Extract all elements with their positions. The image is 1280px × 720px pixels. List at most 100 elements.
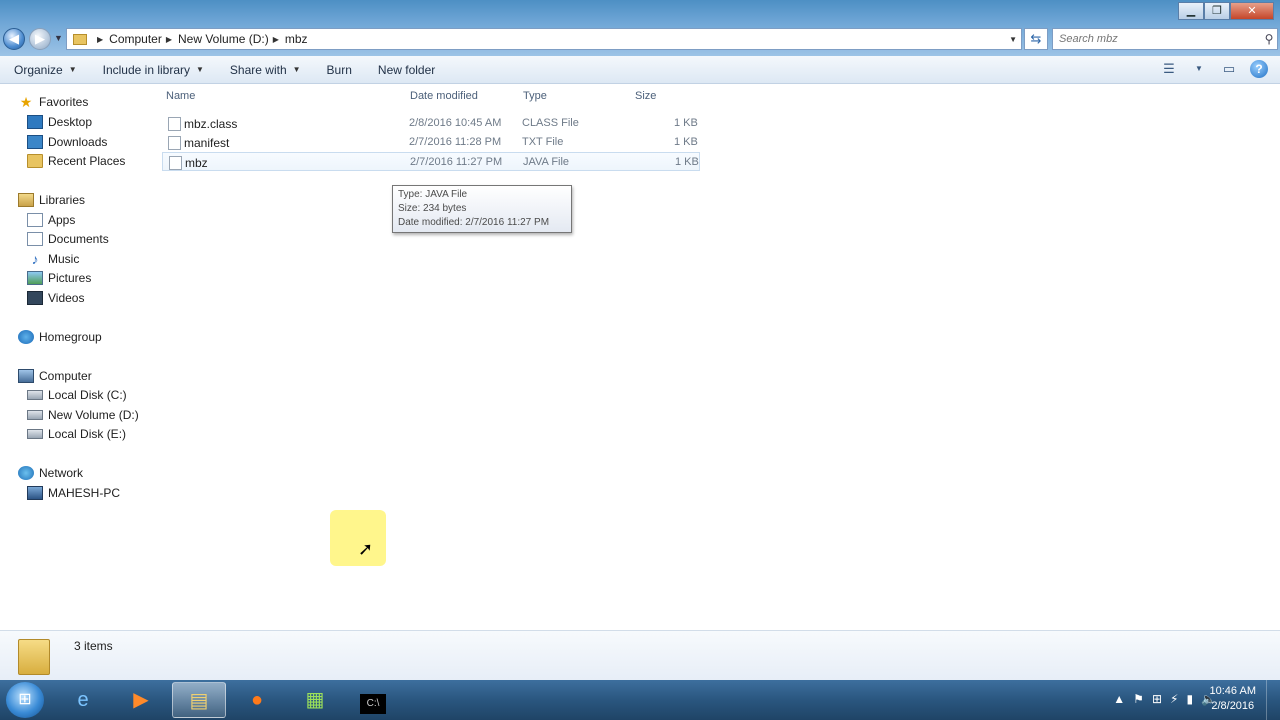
app-button[interactable]: ▦ — [288, 682, 342, 718]
file-icon — [168, 136, 181, 150]
nav-videos[interactable]: Videos — [27, 291, 84, 305]
organize-label: Organize — [14, 62, 63, 77]
breadcrumb-mbz[interactable]: mbz — [285, 32, 308, 46]
chevron-right-icon[interactable]: ▶ — [166, 35, 172, 44]
refresh-button[interactable]: ⇆ — [1024, 28, 1048, 50]
nav-apps[interactable]: Apps — [27, 213, 75, 227]
organize-menu[interactable]: Organize ▼ — [14, 63, 77, 77]
nav-favorites[interactable]: ★ Favorites — [18, 94, 89, 110]
star-icon: ★ — [19, 94, 33, 110]
back-arrow-icon: ◀ — [9, 31, 19, 46]
file-size: 1 KB — [675, 156, 699, 168]
file-row[interactable]: mbz.class 2/8/2016 10:45 AM CLASS File 1… — [162, 114, 700, 133]
hard-drive-icon — [27, 429, 43, 439]
file-tooltip: Type: JAVA File Size: 234 bytes Date mod… — [392, 185, 572, 233]
new-folder-label: New folder — [377, 62, 436, 77]
share-with-menu[interactable]: Share with ▼ — [230, 63, 301, 77]
explorer-button[interactable]: ▤ — [172, 682, 226, 718]
power-icon[interactable]: ⚡ — [1170, 692, 1178, 706]
chevron-down-icon[interactable]: ▼ — [1190, 60, 1208, 78]
nav-label: Recent Places — [48, 154, 126, 168]
file-type: JAVA File — [523, 156, 570, 168]
maximize-button[interactable]: ❐ — [1204, 2, 1230, 20]
column-header-date[interactable]: Date modified — [410, 90, 478, 102]
file-row[interactable]: manifest 2/7/2016 11:28 PM TXT File 1 KB — [162, 133, 700, 152]
search-box[interactable]: ⚲ — [1052, 28, 1278, 50]
nav-pictures[interactable]: Pictures — [27, 271, 91, 285]
nav-network[interactable]: Network — [18, 466, 83, 480]
chevron-right-icon[interactable]: ▶ — [273, 35, 279, 44]
nav-homegroup[interactable]: Homegroup — [18, 330, 102, 344]
help-icon[interactable]: ? — [1250, 60, 1268, 78]
windows-icon[interactable]: ⊞ — [1152, 692, 1162, 706]
minimize-button[interactable]: ▁ — [1178, 2, 1204, 20]
nav-label: Favorites — [39, 95, 89, 109]
view-options-icon[interactable]: ☰ — [1160, 60, 1178, 78]
recent-places-icon — [27, 154, 43, 168]
show-desktop-button[interactable] — [1266, 680, 1280, 720]
forward-button[interactable]: ▶ — [29, 28, 51, 50]
include-in-library-menu[interactable]: Include in library ▼ — [103, 63, 204, 77]
file-row[interactable]: mbz 2/7/2016 11:27 PM JAVA File 1 KB — [162, 152, 700, 171]
column-header-name[interactable]: Name — [166, 90, 195, 102]
nav-documents[interactable]: Documents — [27, 232, 109, 246]
nav-computer[interactable]: Computer — [18, 369, 92, 383]
network-signal-icon[interactable]: ▮ — [1186, 692, 1193, 706]
folder-icon — [18, 639, 50, 675]
network-icon — [18, 466, 34, 480]
preview-pane-icon[interactable]: ▭ — [1220, 60, 1238, 78]
file-type: CLASS File — [522, 117, 579, 129]
tooltip-type: Type: JAVA File — [398, 189, 468, 200]
address-bar[interactable]: ▶ Computer ▶ New Volume (D:) ▶ mbz ▼ — [66, 28, 1022, 50]
nav-music[interactable]: ♪ Music — [27, 251, 80, 267]
breadcrumb-computer[interactable]: Computer — [109, 32, 162, 46]
nav-downloads[interactable]: Downloads — [27, 135, 107, 149]
nav-new-volume-d[interactable]: New Volume (D:) — [27, 408, 139, 422]
burn-button[interactable]: Burn — [327, 63, 352, 77]
start-button[interactable]: ⊞ — [6, 682, 44, 718]
action-center-flag-icon[interactable]: ⚑ — [1133, 692, 1144, 706]
file-date: 2/7/2016 11:28 PM — [409, 136, 502, 148]
column-header-type[interactable]: Type — [523, 90, 547, 102]
nav-local-disk-e[interactable]: Local Disk (E:) — [27, 427, 126, 441]
app-icon: ▦ — [305, 689, 325, 711]
nav-label: Homegroup — [39, 330, 102, 344]
media-player-icon: ▶ — [133, 689, 149, 711]
music-icon: ♪ — [31, 251, 39, 267]
nav-libraries[interactable]: Libraries — [18, 193, 85, 207]
media-player-button[interactable]: ▶ — [114, 682, 168, 718]
column-header-size[interactable]: Size — [635, 90, 656, 102]
internet-explorer-button[interactable]: e — [56, 682, 110, 718]
clock-date: 2/8/2016 — [1211, 700, 1255, 712]
chevron-down-icon: ▼ — [196, 65, 204, 74]
show-hidden-icons-icon[interactable]: ▲ — [1113, 692, 1125, 706]
new-folder-button[interactable]: New folder — [378, 63, 435, 77]
recent-pages-dropdown-icon[interactable]: ▼ — [54, 33, 63, 43]
nav-mahesh-pc[interactable]: MAHESH-PC — [27, 486, 120, 500]
file-size: 1 KB — [674, 136, 698, 148]
file-name: manifest — [184, 136, 230, 150]
clock[interactable]: 10:46 AM 2/8/2016 — [1210, 684, 1256, 714]
nav-label: Desktop — [48, 115, 93, 129]
title-bar: ▁ ❐ ✕ ◀ ▶ ▼ ▶ Computer ▶ New Volume (D:)… — [0, 0, 1280, 56]
address-dropdown-icon[interactable]: ▼ — [1009, 35, 1017, 44]
command-prompt-button[interactable]: C:\ — [346, 682, 400, 718]
close-button[interactable]: ✕ — [1230, 2, 1274, 20]
breadcrumb-new-volume[interactable]: New Volume (D:) — [178, 32, 269, 46]
file-list: Name Date modified Type Size mbz.class 2… — [158, 85, 1280, 630]
window-controls: ▁ ❐ ✕ — [1178, 2, 1274, 20]
libraries-icon — [18, 193, 34, 207]
nav-local-disk-c[interactable]: Local Disk (C:) — [27, 388, 127, 402]
chevron-right-icon[interactable]: ▶ — [97, 35, 103, 44]
command-prompt-icon: C:\ — [360, 694, 386, 714]
burn-label: Burn — [326, 62, 352, 77]
nav-label: Downloads — [48, 135, 108, 149]
nav-recent-places[interactable]: Recent Places — [27, 154, 125, 168]
item-count: 3 items — [74, 639, 113, 653]
search-icon[interactable]: ⚲ — [1261, 32, 1277, 46]
search-input[interactable] — [1053, 33, 1261, 45]
nav-desktop[interactable]: Desktop — [27, 115, 92, 129]
firefox-button[interactable]: ● — [230, 682, 284, 718]
back-button[interactable]: ◀ — [3, 28, 25, 50]
file-icon — [168, 117, 181, 131]
